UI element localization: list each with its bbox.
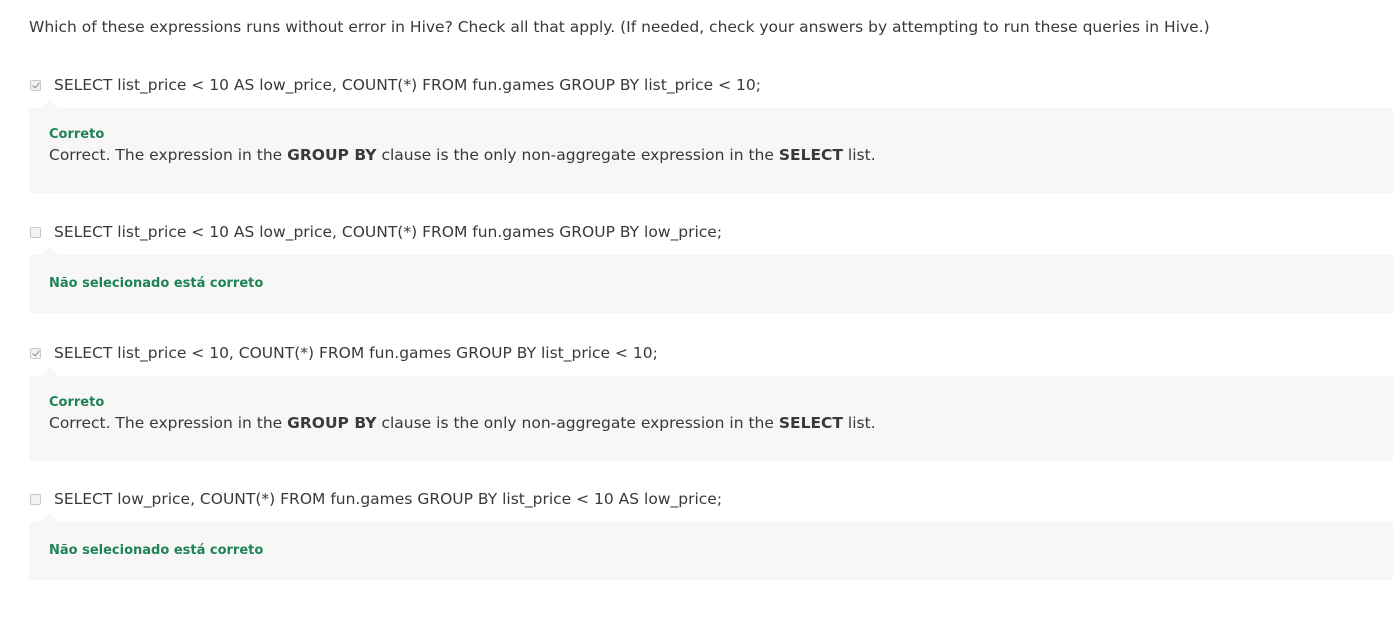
feedback-status: Não selecionado está correto: [49, 276, 264, 291]
option-label[interactable]: SELECT low_price, COUNT(*) FROM fun.game…: [54, 490, 722, 508]
option-label[interactable]: SELECT list_price < 10, COUNT(*) FROM fu…: [54, 344, 658, 362]
feedback-box: Não selecionado está correto: [29, 513, 1393, 580]
feedback-status: Não selecionado está correto: [49, 543, 264, 558]
checkbox-checked-icon[interactable]: [30, 79, 41, 91]
answer-option-3: SELECT list_price < 10, COUNT(*) FROM fu…: [29, 341, 1393, 461]
answer-option-2: SELECT list_price < 10 AS low_price, COU…: [29, 220, 1393, 313]
option-label[interactable]: SELECT list_price < 10 AS low_price, COU…: [54, 76, 761, 94]
feedback-box: Correto Correct. The expression in the G…: [29, 367, 1393, 461]
feedback-box: Correto Correct. The expression in the G…: [29, 99, 1393, 193]
question-text: Which of these expressions runs without …: [29, 18, 1210, 36]
feedback-status: Correto: [49, 127, 105, 142]
keyword-group-by: GROUP BY: [287, 414, 377, 432]
feedback-text: Correct. The expression in the GROUP BY …: [49, 146, 876, 164]
keyword-select: SELECT: [778, 414, 843, 432]
keyword-group-by: GROUP BY: [287, 146, 377, 164]
answer-option-4: SELECT low_price, COUNT(*) FROM fun.game…: [29, 487, 1393, 580]
feedback-text: Correct. The expression in the GROUP BY …: [49, 414, 876, 432]
keyword-select: SELECT: [778, 146, 843, 164]
feedback-box: Não selecionado está correto: [29, 246, 1393, 313]
checkbox-checked-icon[interactable]: [30, 347, 41, 359]
option-label[interactable]: SELECT list_price < 10 AS low_price, COU…: [54, 223, 722, 241]
checkbox-unchecked-icon[interactable]: [30, 493, 41, 505]
answer-option-1: SELECT list_price < 10 AS low_price, COU…: [29, 73, 1393, 193]
feedback-status: Correto: [49, 395, 105, 410]
checkbox-unchecked-icon[interactable]: [30, 226, 41, 238]
